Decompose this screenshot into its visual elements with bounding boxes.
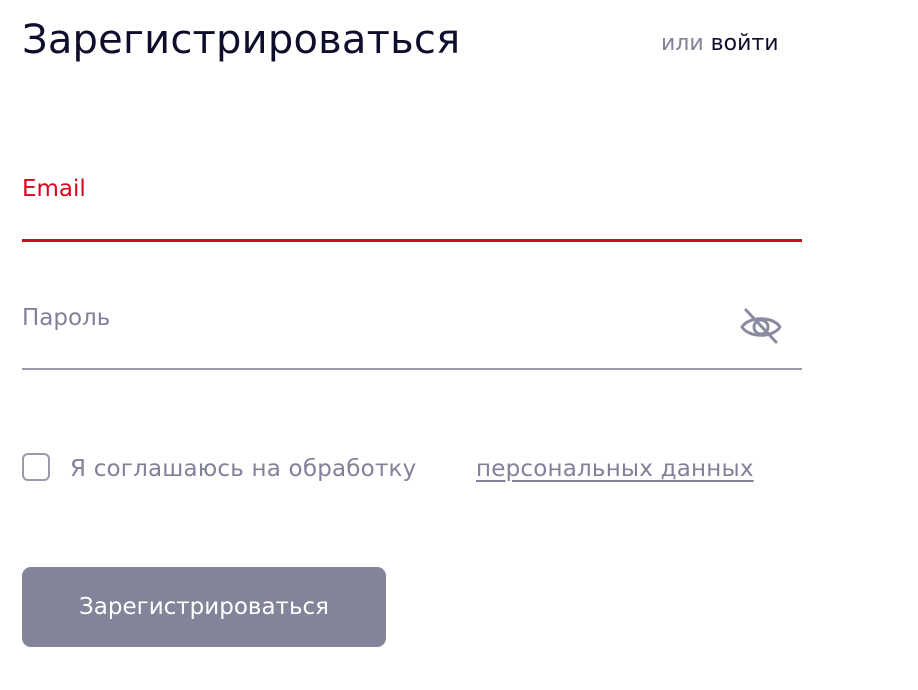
email-field-group: Email bbox=[22, 170, 802, 244]
password-underline bbox=[22, 368, 802, 370]
consent-checkbox[interactable] bbox=[22, 453, 50, 481]
consent-row: Я соглашаюсь на обработку персональных д… bbox=[22, 452, 812, 486]
password-field-group: Пароль bbox=[22, 300, 802, 372]
consent-text: Я соглашаюсь на обработку bbox=[70, 456, 417, 482]
personal-data-link[interactable]: персональных данных bbox=[476, 452, 754, 486]
login-link[interactable]: войти bbox=[711, 31, 779, 56]
or-text: или bbox=[661, 31, 704, 56]
password-input[interactable] bbox=[22, 300, 722, 368]
email-underline bbox=[22, 239, 802, 242]
page-title: Зарегистрироваться bbox=[22, 17, 461, 63]
login-prompt: или войти bbox=[661, 30, 779, 58]
email-input[interactable] bbox=[22, 170, 722, 240]
eye-off-icon[interactable] bbox=[738, 304, 784, 346]
register-button[interactable]: Зарегистрироваться bbox=[22, 567, 386, 647]
